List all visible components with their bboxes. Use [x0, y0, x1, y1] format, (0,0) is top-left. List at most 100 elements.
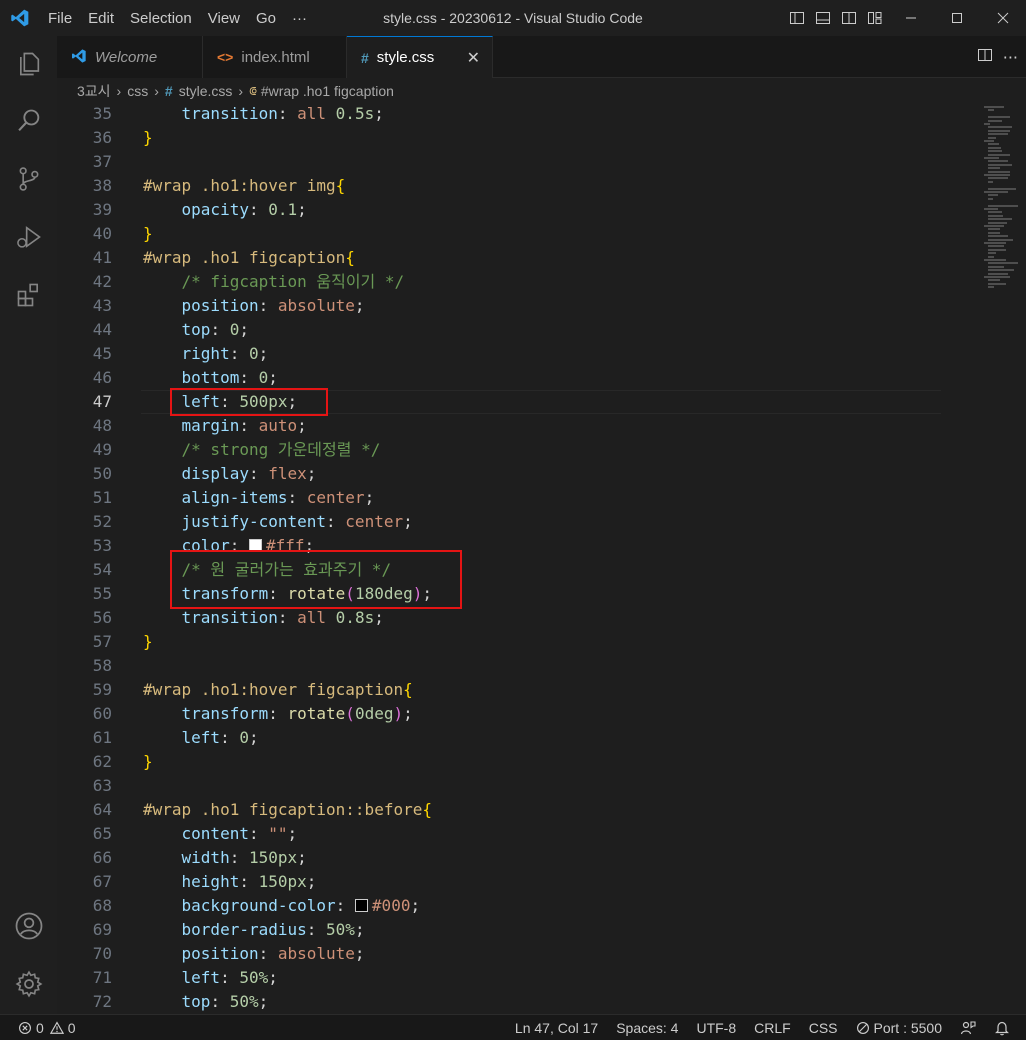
code-text: opacity: 0.1;: [181, 200, 307, 219]
code-text: align-items: center;: [181, 488, 375, 507]
menu-more[interactable]: ···: [284, 0, 315, 36]
problems-status[interactable]: 0 0: [0, 1015, 85, 1040]
minimap-line: [988, 119, 1002, 122]
code-line[interactable]: 43 position: absolute;: [57, 294, 1026, 318]
code-line[interactable]: 39 opacity: 0.1;: [57, 198, 1026, 222]
line-number: 58: [92, 656, 112, 675]
line-number: 64: [92, 800, 112, 819]
line-number: 35: [92, 104, 112, 123]
source-control-icon[interactable]: [0, 155, 57, 203]
breadcrumb-folder-root[interactable]: 3교시: [77, 81, 111, 101]
code-line[interactable]: 46 bottom: 0;: [57, 366, 1026, 390]
tab-label: style.css: [376, 49, 435, 66]
code-line[interactable]: 62}: [57, 750, 1026, 774]
tab-style-css[interactable]: # style.css ✕: [347, 36, 493, 78]
minimap[interactable]: [984, 102, 1026, 402]
menu-view[interactable]: View: [200, 0, 248, 36]
line-number: 57: [92, 632, 112, 651]
live-server-port[interactable]: Port : 5500: [847, 1015, 952, 1040]
language-mode[interactable]: CSS: [800, 1015, 847, 1040]
breadcrumb-file[interactable]: style.css: [179, 83, 233, 99]
code-line[interactable]: 67 height: 150px;: [57, 870, 1026, 894]
notifications-bell-icon[interactable]: [985, 1015, 1026, 1040]
minimap-line: [988, 204, 1018, 207]
code-line[interactable]: 49 /* strong 가운데정렬 */: [57, 438, 1026, 462]
more-actions-icon[interactable]: ···: [1003, 48, 1018, 67]
settings-gear-icon[interactable]: [0, 960, 57, 1008]
code-line[interactable]: 70 position: absolute;: [57, 942, 1026, 966]
code-line[interactable]: 51 align-items: center;: [57, 486, 1026, 510]
code-line[interactable]: 35 transition: all 0.5s;: [57, 102, 1026, 126]
close-tab-icon[interactable]: ✕: [467, 37, 480, 79]
code-line[interactable]: 48 margin: auto;: [57, 414, 1026, 438]
code-line[interactable]: 50 display: flex;: [57, 462, 1026, 486]
title-bar: File Edit Selection View Go ··· style.cs…: [0, 0, 1026, 36]
line-number: 51: [92, 488, 112, 507]
menu-edit[interactable]: Edit: [80, 0, 122, 36]
line-number: 68: [92, 896, 112, 915]
annotation-box-left: [170, 388, 328, 416]
eol-status[interactable]: CRLF: [745, 1015, 800, 1040]
code-line[interactable]: 41 #wrap .ho1 figcaption{: [57, 246, 1026, 270]
minimap-line: [988, 235, 1008, 238]
breadcrumb-symbol[interactable]: #wrap .ho1 figcaption: [261, 83, 394, 99]
minimap-line: [988, 238, 1013, 241]
line-number: 61: [92, 728, 112, 747]
menu-file[interactable]: File: [40, 0, 80, 36]
code-line[interactable]: 61 left: 0;: [57, 726, 1026, 750]
minimize-icon[interactable]: [888, 0, 934, 36]
code-line[interactable]: 42 /* figcaption 움직이기 */: [57, 270, 1026, 294]
code-line[interactable]: 66 width: 150px;: [57, 846, 1026, 870]
code-line[interactable]: 69 border-radius: 50%;: [57, 918, 1026, 942]
close-window-icon[interactable]: [980, 0, 1026, 36]
tab-index-html[interactable]: <> index.html: [203, 36, 347, 78]
menu-go[interactable]: Go: [248, 0, 284, 36]
code-line[interactable]: 57}: [57, 630, 1026, 654]
line-number: 47: [92, 392, 112, 411]
split-editor-icon[interactable]: [977, 47, 993, 67]
feedback-icon[interactable]: [951, 1015, 985, 1040]
maximize-icon[interactable]: [934, 0, 980, 36]
vscode-logo-icon[interactable]: [0, 0, 40, 36]
run-debug-icon[interactable]: [0, 213, 57, 261]
cursor-position[interactable]: Ln 47, Col 17: [506, 1015, 607, 1040]
code-editor[interactable]: 35 transition: all 0.5s; 36} 37 38 #wrap .ho…: [57, 102, 1026, 1014]
chevron-right-icon: ›: [154, 83, 159, 99]
toggle-panel-icon[interactable]: [810, 0, 836, 36]
error-icon: [19, 1021, 31, 1034]
code-line[interactable]: 40}: [57, 222, 1026, 246]
code-line[interactable]: 52 justify-content: center;: [57, 510, 1026, 534]
toggle-secondary-sidebar-icon[interactable]: [836, 0, 862, 36]
customize-layout-icon[interactable]: [862, 0, 888, 36]
breadcrumb-folder-css[interactable]: css: [127, 83, 148, 99]
code-text: #wrap .ho1:hover img{: [143, 176, 346, 195]
code-line[interactable]: 59 #wrap .ho1:hover figcaption{: [57, 678, 1026, 702]
line-number: 69: [92, 920, 112, 939]
html-icon: <>: [217, 49, 234, 65]
code-line[interactable]: 65 content: "";: [57, 822, 1026, 846]
code-line[interactable]: 44 top: 0;: [57, 318, 1026, 342]
menu-selection[interactable]: Selection: [122, 0, 200, 36]
search-icon[interactable]: [0, 97, 57, 145]
code-line[interactable]: 38 #wrap .ho1:hover img{: [57, 174, 1026, 198]
code-line[interactable]: 64 #wrap .ho1 figcaption::before{: [57, 798, 1026, 822]
minimap-line: [988, 187, 1016, 190]
code-line[interactable]: 60 transform: rotate(0deg);: [57, 702, 1026, 726]
account-icon[interactable]: [0, 902, 57, 950]
tab-welcome[interactable]: Welcome: [57, 36, 203, 78]
encoding-status[interactable]: UTF-8: [687, 1015, 745, 1040]
code-line[interactable]: 56 transition: all 0.8s;: [57, 606, 1026, 630]
code-line[interactable]: 72 top: 50%;: [57, 990, 1026, 1014]
code-line[interactable]: 36}: [57, 126, 1026, 150]
explorer-icon[interactable]: [0, 40, 57, 88]
code-line[interactable]: 63: [57, 774, 1026, 798]
code-line[interactable]: 58: [57, 654, 1026, 678]
code-line[interactable]: 71 left: 50%;: [57, 966, 1026, 990]
code-line[interactable]: 68 background-color: #000;: [57, 894, 1026, 918]
code-line[interactable]: 37: [57, 150, 1026, 174]
code-text: #wrap .ho1:hover figcaption{: [143, 680, 413, 699]
indentation-status[interactable]: Spaces: 4: [607, 1015, 687, 1040]
toggle-primary-sidebar-icon[interactable]: [784, 0, 810, 36]
code-line[interactable]: 45 right: 0;: [57, 342, 1026, 366]
extensions-icon[interactable]: [0, 271, 57, 319]
